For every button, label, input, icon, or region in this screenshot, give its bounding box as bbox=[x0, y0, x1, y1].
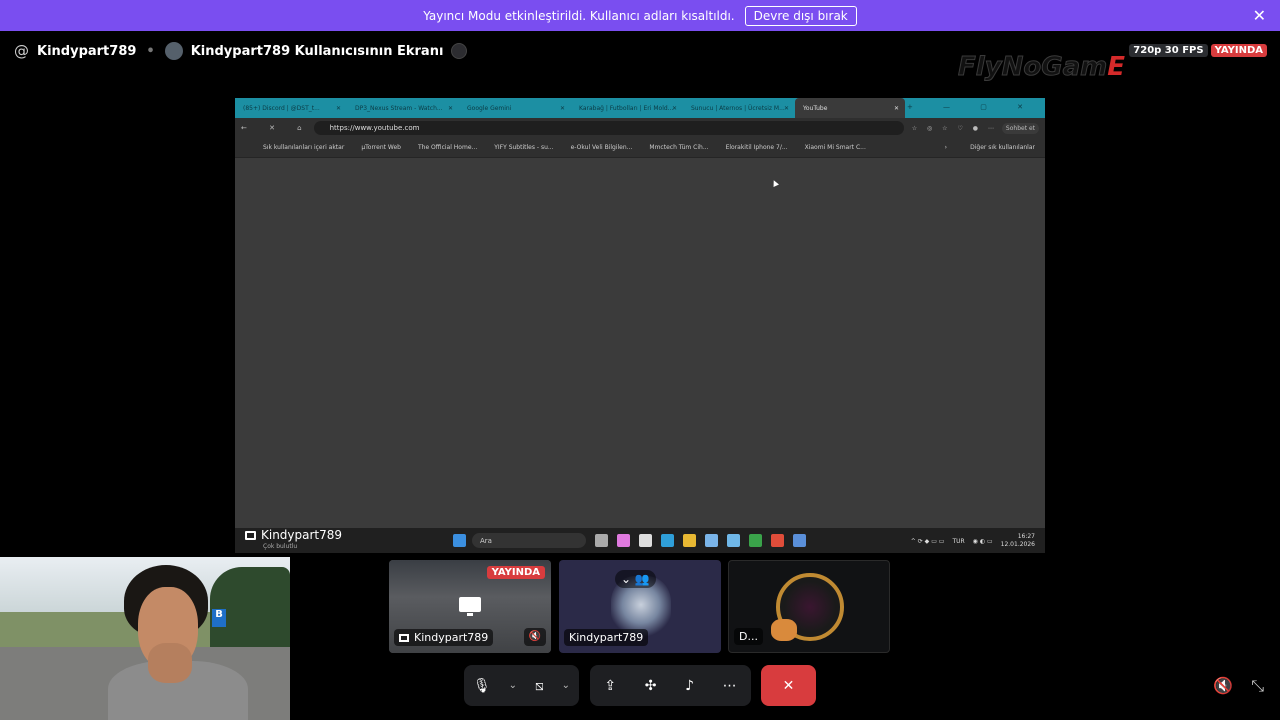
avatar bbox=[164, 42, 183, 60]
microphone-button[interactable]: 🎙 bbox=[473, 678, 491, 694]
bookmark-item[interactable]: The Official Home... bbox=[418, 144, 477, 151]
leave-call-button[interactable]: ✕ bbox=[761, 665, 816, 706]
task-view-icon[interactable] bbox=[595, 534, 608, 547]
live-badge: YAYINDA bbox=[486, 566, 545, 579]
browser-tab[interactable]: DP3_Nexus Stream - Watch... ✕ bbox=[347, 98, 459, 118]
minecraft-icon[interactable] bbox=[749, 534, 762, 547]
activities-button[interactable]: ✣ bbox=[645, 678, 657, 694]
taskbar-start bbox=[453, 534, 466, 547]
streamer-mode-banner: Yayıncı Modu etkinleştirildi. Kullanıcı … bbox=[0, 0, 1280, 31]
camera-button[interactable]: ⧅ bbox=[535, 678, 544, 694]
server-icon bbox=[451, 43, 468, 59]
streamer-person bbox=[108, 565, 248, 720]
chevron-down-icon[interactable]: ⌄ 👥 bbox=[615, 570, 656, 588]
corner-controls: 🔇 ⤡ bbox=[1213, 676, 1264, 696]
bookmark-item[interactable]: YIFY Subtitles - su... bbox=[494, 144, 553, 151]
bookmark-item[interactable]: Elorakitil Iphone 7/... bbox=[726, 144, 788, 151]
leave-icon[interactable]: ✕ bbox=[783, 678, 795, 694]
tray-icons[interactable]: ^ ⟳ ◆ ▭ ▭ bbox=[911, 538, 945, 545]
nav-buttons[interactable]: ← ✕ ⌂ bbox=[241, 124, 312, 132]
language-indicator[interactable]: TUR bbox=[952, 538, 964, 545]
browser-tab[interactable]: Karabağ | Futbolları | Eri Mold... ✕ bbox=[571, 98, 683, 118]
activity-controls: ⇪ ✣ ♪ ⋯ bbox=[590, 665, 751, 706]
exit-fullscreen-icon[interactable]: ⤡ bbox=[1251, 676, 1264, 696]
system-tray: ^ ⟳ ◆ ▭ ▭ TUR ◉ ◐ ▭ 16:27 12.01.2026 bbox=[911, 533, 1035, 549]
stream-user-label: Kindypart789 Çok bulutlu bbox=[245, 528, 342, 550]
participant-tile[interactable]: D... bbox=[728, 560, 890, 653]
banner-message: Yayıncı Modu etkinleştirildi. Kullanıcı … bbox=[423, 8, 735, 23]
browser-tab[interactable]: Sunucu | Aternos | Ücretsiz M... ✕ bbox=[683, 98, 795, 118]
deafen-icon[interactable]: 🔇 bbox=[1213, 676, 1233, 696]
browser-tab-active[interactable]: YouTube ✕ bbox=[795, 98, 905, 118]
folder-icon[interactable] bbox=[683, 534, 696, 547]
store-icon[interactable] bbox=[639, 534, 652, 547]
screen-title: Kindypart789 Kullanıcısının Ekranı bbox=[190, 43, 444, 59]
browser-tab[interactable]: Google Gemini ✕ bbox=[459, 98, 571, 118]
quality-badge: 720p 30 FPS bbox=[1129, 44, 1208, 57]
participant-name: Kindypart789 bbox=[394, 629, 494, 646]
separator: • bbox=[146, 43, 155, 59]
soundboard-button[interactable]: ♪ bbox=[685, 678, 694, 694]
channel-name[interactable]: Kindypart789 bbox=[37, 44, 136, 59]
bookmark-item[interactable]: e-Okul Veli Bilgilen... bbox=[571, 144, 633, 151]
toolbar-icons[interactable]: ☆ ◎ ☆ ♡ ● ⋯ Sohbet et bbox=[912, 122, 1039, 134]
participant-tile[interactable]: ⌄ 👥 Kindypart789 bbox=[559, 560, 721, 653]
webcam-video[interactable]: B bbox=[0, 557, 290, 720]
audio-video-controls: 🎙 ⌄ ⧅ ⌄ bbox=[464, 665, 579, 706]
address-bar: ← ✕ ⌂ https://www.youtube.com ☆ ◎ ☆ ♡ ● … bbox=[235, 118, 1045, 138]
screen-share-button[interactable]: ⇪ bbox=[604, 678, 616, 694]
at-icon: @ bbox=[14, 42, 29, 60]
stream-badges: 720p 30 FPS YAYINDA bbox=[1129, 44, 1267, 57]
weather-text: Çok bulutlu bbox=[263, 543, 298, 550]
participant-name: Kindypart789 bbox=[564, 629, 649, 646]
bookmark-item[interactable]: µTorrent Web bbox=[361, 144, 401, 151]
mouse-cursor bbox=[771, 179, 779, 187]
network-icons[interactable]: ◉ ◐ ▭ bbox=[973, 538, 993, 545]
bookmarks-bar: Sık kullanılanları içeri aktar µTorrent … bbox=[235, 138, 1045, 158]
edge-icon[interactable] bbox=[661, 534, 674, 547]
chevron-down-icon[interactable]: ⌄ bbox=[562, 680, 570, 691]
channel-logo: FlyNoGamE bbox=[957, 52, 1125, 83]
screen-icon bbox=[399, 633, 409, 642]
more-button[interactable]: ⋯ bbox=[723, 678, 737, 694]
participant-name: D... bbox=[734, 628, 763, 645]
windows-taskbar: Kindypart789 Çok bulutlu Ara ^ ⟳ ◆ ▭ ▭ T… bbox=[235, 528, 1045, 553]
close-icon[interactable]: ✕ bbox=[1253, 6, 1266, 25]
windows-start-icon[interactable] bbox=[453, 534, 466, 547]
screen-icon bbox=[245, 530, 256, 540]
clock[interactable]: 16:27 12.01.2026 bbox=[1001, 533, 1035, 549]
chevron-down-icon[interactable]: ⌄ bbox=[509, 680, 517, 691]
other-bookmarks[interactable]: Diğer sık kullanılanlar bbox=[970, 144, 1035, 151]
bookmark-item[interactable]: Sık kullanılanları içeri aktar bbox=[263, 144, 344, 151]
taskbar-apps bbox=[595, 534, 806, 547]
chat-button[interactable]: Sohbet et bbox=[1001, 122, 1039, 134]
app-icon[interactable] bbox=[793, 534, 806, 547]
participant-tile-stream[interactable]: YAYINDA Kindypart789 🔇 bbox=[389, 560, 551, 653]
settings-icon[interactable] bbox=[705, 534, 718, 547]
url-input[interactable]: https://www.youtube.com bbox=[313, 121, 904, 135]
disable-streamer-mode-button[interactable]: Devre dışı bırak bbox=[744, 5, 857, 26]
chrome-icon[interactable] bbox=[771, 534, 784, 547]
app-icon[interactable] bbox=[727, 534, 740, 547]
bookmark-item[interactable]: Mmctech Tüm Cih... bbox=[649, 144, 708, 151]
browser-tab-bar: (85+) Discord | @DST_t... ✕ DP3_Nexus Str… bbox=[235, 98, 1045, 118]
muted-icon[interactable]: 🔇 bbox=[524, 628, 546, 646]
screen-icon bbox=[459, 597, 481, 616]
window-controls[interactable]: + — ▢ ✕ bbox=[907, 103, 1037, 111]
copilot-icon[interactable] bbox=[617, 534, 630, 547]
taskbar-search[interactable]: Ara bbox=[472, 533, 586, 548]
live-badge: YAYINDA bbox=[1210, 44, 1267, 57]
decoration-icon bbox=[771, 619, 797, 641]
screen-share-view[interactable]: (85+) Discord | @DST_t... ✕ DP3_Nexus Str… bbox=[235, 98, 1045, 553]
browser-tab[interactable]: (85+) Discord | @DST_t... ✕ bbox=[235, 98, 347, 118]
bookmark-item[interactable]: Xiaomi Mi Smart C... bbox=[805, 144, 866, 151]
chevron-right-icon[interactable]: › bbox=[945, 144, 947, 151]
